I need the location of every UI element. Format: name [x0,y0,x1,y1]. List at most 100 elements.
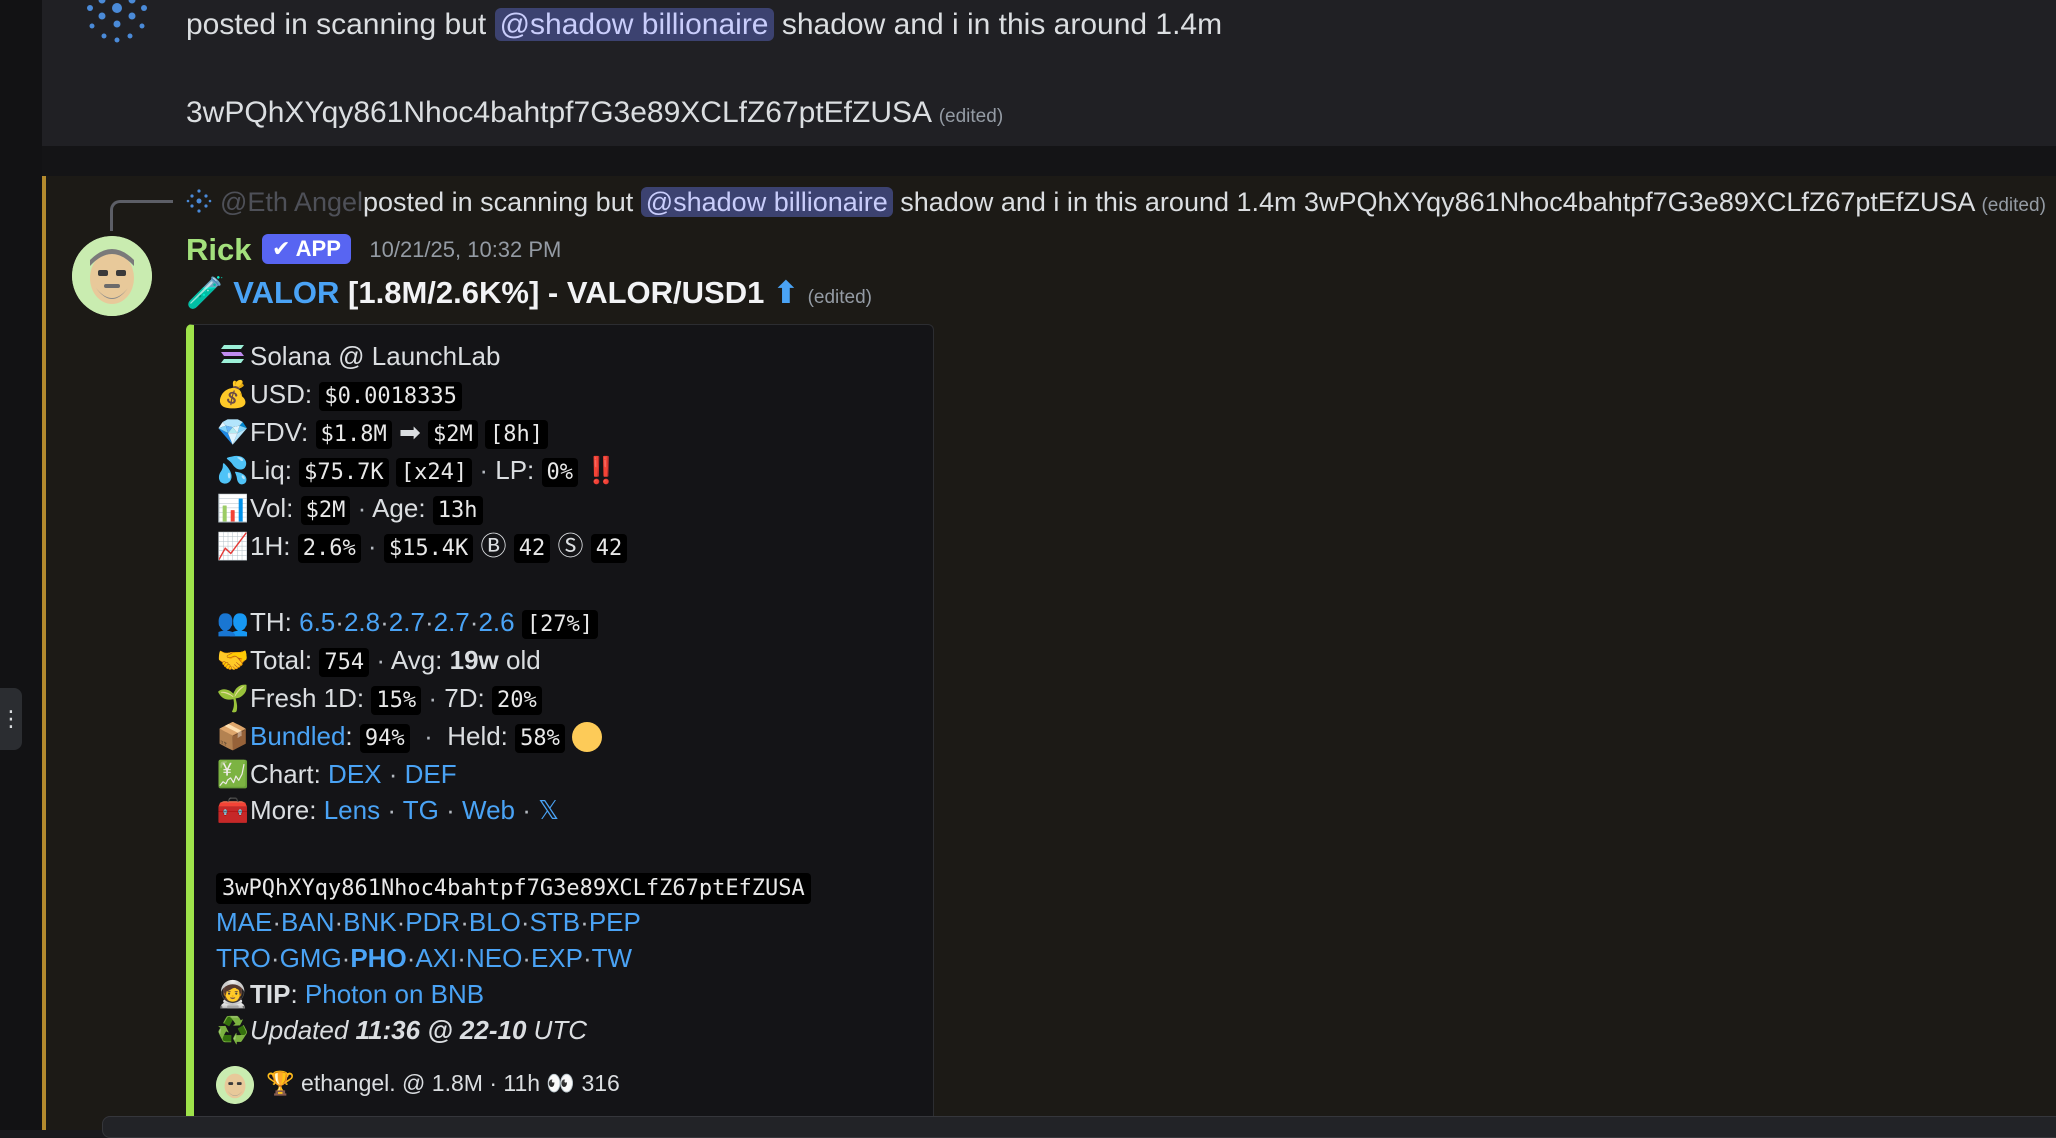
bot-link-gmg[interactable]: GMG [280,943,342,973]
test-tube-icon: 🧪 [186,275,225,310]
updated-row: ♻️Updated 11:36 @ 22-10 UTC [216,1013,587,1047]
fdv-time: [8h] [484,420,548,449]
edited-label: (edited) [938,106,1004,127]
bot-link-pep[interactable]: PEP [589,907,641,937]
held-value: 58% [515,724,565,753]
more-link-lens[interactable]: Lens [324,795,380,825]
message-input-edge[interactable] [102,1116,2056,1138]
total-row: 🤝Total: 754 · Avg: 19w old [216,645,541,677]
fresh-7d: 20% [491,686,542,715]
message-text: shadow and i in this around 1.4m [773,8,1223,41]
token-title: 🧪 VALOR [1.8M/2.6K%] - VALOR/USD1 ⬆ (edi… [186,274,872,311]
chart-row: 💹Chart: DEX · DEF [216,759,457,789]
money-bag-icon: 💰 [216,379,250,409]
contract-address[interactable]: 3wPQhXYqy861Nhoc4bahtpf7G3e89XCLfZ67ptEf… [216,873,811,904]
th-value-1[interactable]: 6.5 [299,607,335,637]
total-value: 754 [319,648,370,677]
th-value-5[interactable]: 2.6 [478,607,514,637]
left-rail: ⋮ [0,0,42,1130]
usd-row: 💰USD: $0.0018335 [216,377,462,411]
bundled-link[interactable]: Bundled [250,721,345,751]
rick-face-icon [72,236,152,316]
bot-link-axi[interactable]: AXI [415,943,457,973]
age-label: Age: [372,493,426,523]
liq-label: Liq: [250,455,292,485]
bar-chart-icon: 📊 [216,493,250,523]
lp-label: LP: [495,455,535,485]
buy-icon: Ⓑ [480,531,507,561]
reply-author[interactable]: @Eth Angel [220,187,363,217]
footer-avatar [216,1065,254,1104]
bot-link-stb[interactable]: STB [530,907,581,937]
bot-link-neo[interactable]: NEO [466,943,522,973]
bots-row-2: TRO·GMG·PHO·AXI·NEO·EXP·TW [216,943,633,973]
th-value-4[interactable]: 2.7 [434,607,470,637]
bot-link-blo[interactable]: BLO [469,907,521,937]
bot-link-pdr[interactable]: PDR [405,907,460,937]
embed-footer: 🏆 ethangel. @ 1.8M · 11h 👀 316 [216,1063,620,1104]
th-value-3[interactable]: 2.7 [389,607,425,637]
avatar-rick[interactable] [72,236,152,316]
bot-link-mae[interactable]: MAE [216,907,272,937]
bot-link-exp[interactable]: EXP [531,943,583,973]
h1-row: 📈1H: 2.6% · $15.4K Ⓑ 42 Ⓢ 42 [216,529,628,563]
author-name[interactable]: Rick [186,232,251,267]
timestamp[interactable]: 10/21/25, 10:32 PM [369,237,561,262]
liq-mult: [x24] [395,458,473,487]
total-label: Total: [250,645,313,675]
more-link-tg[interactable]: TG [403,795,439,825]
yellow-circle-icon [572,722,603,752]
h1-label: 1H: [250,531,291,561]
fdv-label: FDV: [250,417,309,447]
avg-value: 19w [449,645,499,675]
more-link-web[interactable]: Web [462,795,515,825]
edited-label: (edited) [807,287,872,308]
package-icon: 📦 [216,721,250,751]
collapse-tab-icon[interactable]: ⋮ [0,688,22,750]
astronaut-icon: 🧑‍🚀 [216,979,250,1009]
tip-label: TIP [250,979,291,1009]
bot-link-tro[interactable]: TRO [216,943,271,973]
bots-row-1: MAE·BAN·BNK·PDR·BLO·STB·PEP [216,907,641,937]
up-arrow-icon: ⬆ [772,275,799,310]
contract-address-text: 3wPQhXYqy861Nhoc4bahtpf7G3e89XCLfZ67ptEf… [186,96,931,129]
rick-face-icon [216,1065,254,1104]
updated-pre: Updated [250,1015,356,1045]
message-eth-angel: posted in scanning but @shadow billionai… [42,0,2056,146]
message-text: posted in scanning but [186,8,495,41]
updated-time: 11:36 @ 22-10 [355,1015,527,1045]
reply-preview[interactable]: @Eth Angelposted in scanning but @shadow… [184,186,2046,218]
more-link-x[interactable]: 𝕏 [538,795,559,825]
people-icon: 👥 [216,607,250,637]
bot-link-pho[interactable]: PHO [350,943,406,973]
vol-value: $2M [300,496,351,525]
chart-link-def[interactable]: DEF [405,759,457,789]
trend-up-icon: 📈 [216,531,250,561]
reply-text: shadow and i in this around 1.4m 3wPQhXY… [892,187,1974,217]
chat-panel: posted in scanning but @shadow billionai… [42,0,2056,1138]
fdv-to: $2M [428,420,478,449]
bot-link-bnk[interactable]: BNK [343,907,396,937]
mention-shadow-billionaire[interactable]: @shadow billionaire [640,187,893,217]
bot-link-ban[interactable]: BAN [281,907,334,937]
avatar-dotted-icon[interactable] [74,0,160,48]
solana-icon [216,339,250,373]
tip-link[interactable]: Photon on BNB [305,979,484,1009]
bot-link-tw[interactable]: TW [592,943,632,973]
th-value-2[interactable]: 2.8 [344,607,380,637]
mention-shadow-billionaire[interactable]: @shadow billionaire [494,8,774,41]
th-total: [27%] [521,610,599,639]
vol-label: Vol: [250,493,294,523]
token-link[interactable]: VALOR [233,275,339,310]
app-badge: ✔ APP [261,234,351,264]
mention-highlight-bar [42,176,46,1130]
handshake-icon: 🤝 [216,645,250,675]
token-embed: Solana @ LaunchLab 💰USD: $0.0018335 💎FDV… [186,324,934,1134]
avg-suffix: old [506,645,541,675]
more-row: 🧰More: Lens · TG · Web · 𝕏 [216,795,560,825]
chart-yen-icon: 💹 [216,759,250,789]
fdv-from: $1.8M [315,420,392,449]
reply-text: posted in scanning but [363,187,641,217]
chart-link-dex[interactable]: DEX [328,759,381,789]
fresh-1d: 15% [371,686,422,715]
